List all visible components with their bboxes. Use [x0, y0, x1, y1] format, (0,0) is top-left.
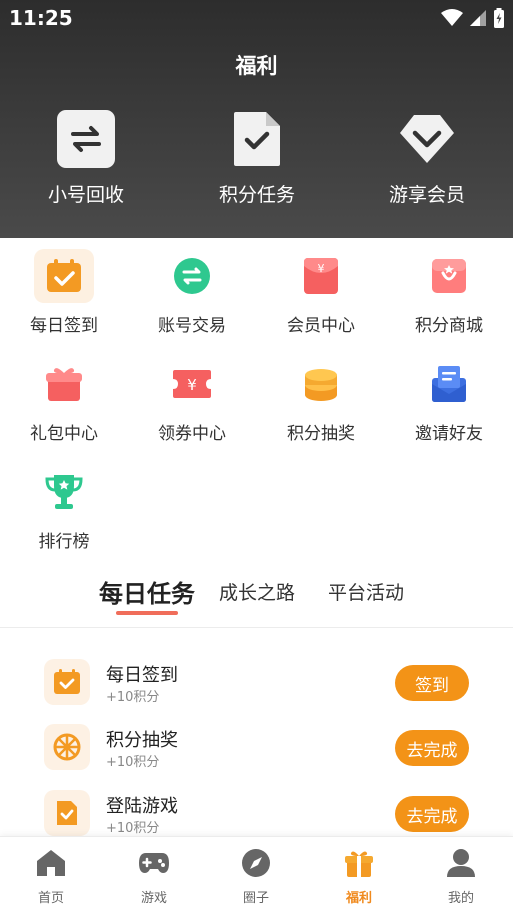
doc-check-icon: [44, 790, 90, 836]
hero-label: 游享会员: [388, 184, 465, 206]
gift-icon: [309, 847, 409, 879]
task-points: +10积分: [106, 690, 160, 705]
status-bar: 11:25: [0, 0, 513, 36]
nav-label: 我的: [447, 891, 474, 906]
calendar-check-icon: [44, 659, 90, 705]
grid-item-coupon-center[interactable]: ¥ 领券中心: [128, 357, 256, 444]
hero-item-points-task[interactable]: 积分任务: [192, 110, 322, 207]
task-name: 每日签到: [106, 665, 178, 686]
grid-item-member-center[interactable]: ¥ 会员中心: [257, 249, 385, 336]
gift-icon: [34, 357, 94, 411]
svg-text:¥: ¥: [187, 376, 197, 394]
nav-item-circle[interactable]: 圈子: [206, 847, 306, 906]
nav-item-games[interactable]: 游戏: [104, 847, 204, 906]
hero-item-account-recycle[interactable]: 小号回收: [21, 110, 151, 207]
task-tabs: 每日任务 成长之路 平台活动: [0, 578, 513, 628]
hero-label: 小号回收: [47, 184, 124, 206]
tab-growth-path[interactable]: 成长之路: [219, 578, 295, 605]
svg-text:¥: ¥: [318, 262, 325, 275]
grid-label: 排行榜: [38, 532, 90, 552]
wifi-icon: [441, 9, 463, 26]
grid-label: 会员中心: [287, 316, 355, 336]
list-item: 积分抽奖 +10积分 去完成: [0, 724, 513, 780]
grid-label: 每日签到: [30, 316, 98, 336]
diamond-icon: [398, 110, 456, 168]
grid-item-invite-friends[interactable]: 邀请好友: [385, 357, 513, 444]
nav-item-welfare[interactable]: 福利: [309, 847, 409, 906]
swap-icon: [57, 110, 115, 168]
grid-item-account-trade[interactable]: 账号交易: [128, 249, 256, 336]
gamepad-icon: [104, 847, 204, 879]
user-icon: [411, 847, 511, 879]
grid-item-leaderboard[interactable]: 排行榜: [0, 465, 128, 552]
exchange-icon: [162, 249, 222, 303]
grid-label: 礼包中心: [30, 424, 98, 444]
grid-label: 邀请好友: [415, 424, 483, 444]
calendar-check-icon: [34, 249, 94, 303]
page-title: 福利: [235, 54, 278, 78]
shop-icon: [419, 249, 479, 303]
grid-label: 账号交易: [158, 316, 226, 336]
grid-item-gift-center[interactable]: 礼包中心: [0, 357, 128, 444]
document-check-icon: [228, 110, 286, 168]
header: 11:25 福利 小号回收 积分任务 游享会员: [0, 0, 513, 238]
nav-label: 首页: [37, 891, 64, 906]
go-complete-button[interactable]: 去完成: [395, 730, 469, 766]
task-name: 登陆游戏: [106, 796, 178, 817]
trophy-icon: [34, 465, 94, 519]
hero-item-vip[interactable]: 游享会员: [362, 110, 492, 207]
compass-icon: [206, 847, 306, 879]
list-item: 每日签到 +10积分 签到: [0, 659, 513, 715]
task-points: +10积分: [106, 821, 160, 836]
checkin-button[interactable]: 签到: [395, 665, 469, 701]
task-points: +10积分: [106, 755, 160, 770]
tab-daily-tasks[interactable]: 每日任务: [99, 574, 195, 609]
coins-icon: [291, 357, 351, 411]
bottom-nav: 首页 游戏 圈子 福利 我的: [0, 836, 513, 912]
home-icon: [1, 847, 101, 879]
grid-item-daily-checkin[interactable]: 每日签到: [0, 249, 128, 336]
grid-label: 积分商城: [415, 316, 483, 336]
grid-item-points-lottery[interactable]: 积分抽奖: [257, 357, 385, 444]
hero-row: 小号回收 积分任务 游享会员: [0, 110, 513, 210]
invite-icon: [419, 357, 479, 411]
nav-item-home[interactable]: 首页: [1, 847, 101, 906]
wheel-icon: [44, 724, 90, 770]
go-complete-button[interactable]: 去完成: [395, 796, 469, 832]
red-envelope-icon: ¥: [291, 249, 351, 303]
tab-platform-events[interactable]: 平台活动: [328, 578, 404, 605]
tab-active-underline: [116, 611, 178, 615]
nav-item-profile[interactable]: 我的: [411, 847, 511, 906]
nav-label: 圈子: [242, 891, 269, 906]
signal-icon: [470, 10, 486, 26]
grid-label: 领券中心: [158, 424, 226, 444]
status-time: 11:25: [9, 6, 73, 30]
grid-label: 积分抽奖: [287, 424, 355, 444]
task-name: 积分抽奖: [106, 730, 178, 751]
ticket-icon: ¥: [162, 357, 222, 411]
hero-label: 积分任务: [218, 184, 295, 206]
battery-icon: [494, 8, 504, 28]
grid-item-points-mall[interactable]: 积分商城: [385, 249, 513, 336]
nav-label: 游戏: [140, 891, 167, 906]
nav-label: 福利: [345, 891, 372, 906]
